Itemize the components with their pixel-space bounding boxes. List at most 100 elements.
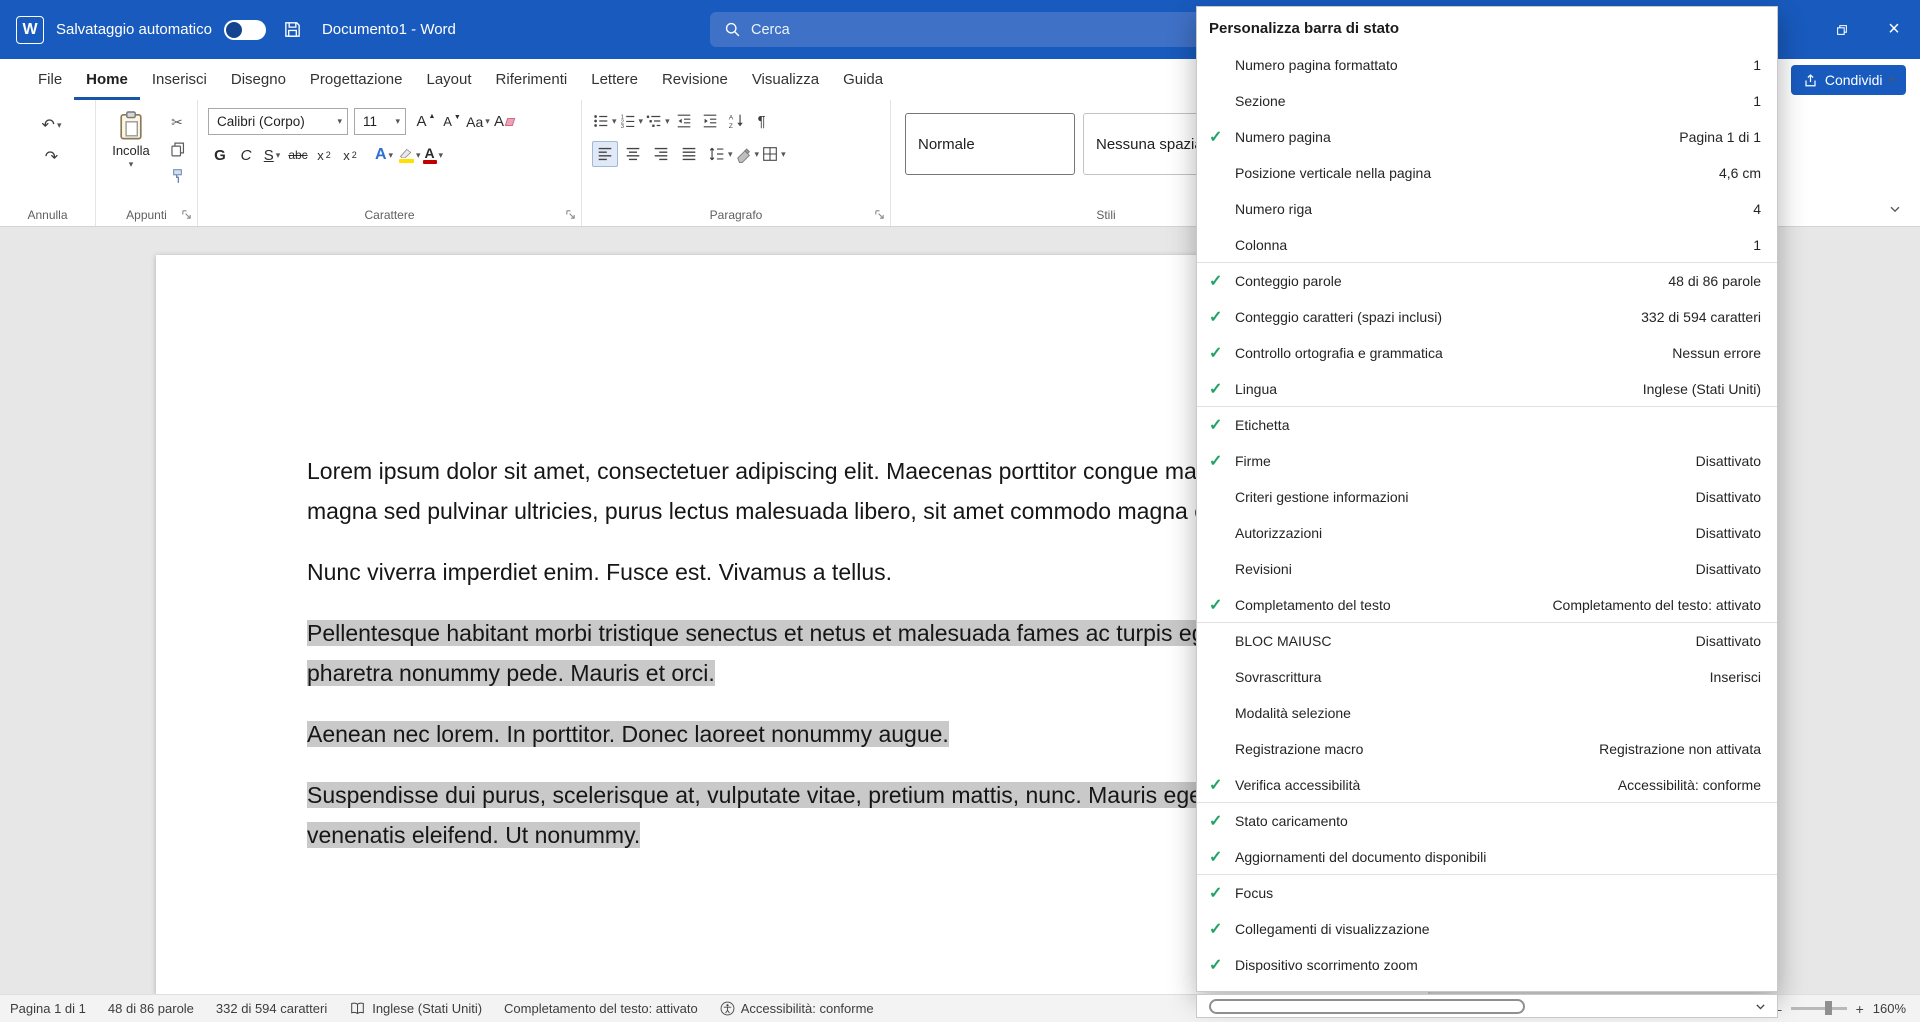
ribbon-tab[interactable]: Riferimenti [484, 59, 580, 100]
ribbon-tab[interactable]: Lettere [579, 59, 650, 100]
decrease-indent-button[interactable] [672, 108, 696, 134]
menu-item[interactable]: ✓ Conteggio parole 48 di 86 parole [1197, 263, 1777, 299]
underline-button[interactable]: S▾ [260, 142, 284, 168]
ribbon-tab[interactable]: Revisione [650, 59, 740, 100]
menu-item[interactable]: ✓ Modalità selezione [1197, 695, 1777, 731]
bullets-button[interactable]: ▾ [592, 108, 617, 134]
font-name-combo[interactable]: Calibri (Corpo) ▾ [208, 108, 348, 135]
menu-item[interactable]: ✓ Colonna 1 [1197, 227, 1777, 263]
format-painter-button[interactable] [165, 165, 189, 187]
menu-item[interactable]: ✓ Collegamenti di visualizzazione [1197, 911, 1777, 947]
menu-item[interactable]: ✓ BLOC MAIUSC Disattivato [1197, 623, 1777, 659]
sort-button[interactable]: AZ [724, 108, 748, 134]
undo-button[interactable]: ↶▾ [14, 112, 89, 138]
ribbon-tab[interactable]: Disegno [219, 59, 298, 100]
align-left-button[interactable] [592, 141, 618, 167]
font-color-button[interactable]: A [423, 142, 437, 168]
line-spacing-button[interactable]: ▾ [708, 141, 733, 167]
clear-formatting-button[interactable]: A [492, 109, 516, 135]
menu-item[interactable]: ✓ Firme Disattivato [1197, 443, 1777, 479]
zoom-level[interactable]: 160% [1873, 1001, 1906, 1016]
ribbon-tab[interactable]: File [26, 59, 74, 100]
align-center-button[interactable] [620, 141, 646, 167]
style-card[interactable]: Normale [905, 113, 1075, 175]
show-formatting-marks-button[interactable]: ¶ [750, 108, 774, 134]
close-window-button[interactable]: × [1868, 0, 1920, 59]
status-word-count[interactable]: 48 di 86 parole [108, 1001, 194, 1016]
zoom-slider[interactable] [1791, 1007, 1847, 1010]
italic-button[interactable]: C [234, 142, 258, 168]
menu-item[interactable]: ✓ Numero pagina Pagina 1 di 1 [1197, 119, 1777, 155]
accessibility-icon[interactable] [720, 1001, 735, 1016]
zoom-slider-thumb[interactable] [1825, 1001, 1832, 1015]
status-character-count[interactable]: 332 di 594 caratteri [216, 1001, 327, 1016]
font-size-combo[interactable]: 11 ▾ [354, 108, 406, 135]
copy-button[interactable] [165, 138, 189, 160]
justify-button[interactable] [676, 141, 702, 167]
chevron-down-icon[interactable]: ▾ [439, 150, 444, 161]
font-dialog-launcher-icon[interactable] [565, 209, 576, 220]
status-page-number[interactable]: Pagina 1 di 1 [10, 1001, 86, 1016]
menu-item[interactable]: ✓ Sezione 1 [1197, 83, 1777, 119]
menu-item[interactable]: ✓ Conteggio caratteri (spazi inclusi) 33… [1197, 299, 1777, 335]
ribbon-tab[interactable]: Progettazione [298, 59, 415, 100]
menu-item[interactable]: ✓ Numero pagina formattato 1 [1197, 47, 1777, 83]
word-logo-icon[interactable]: W [16, 16, 44, 44]
zoom-in-button[interactable]: + [1856, 1001, 1864, 1017]
ribbon-tab[interactable]: Home [74, 59, 140, 100]
paragraph-dialog-launcher-icon[interactable] [874, 209, 885, 220]
menu-item[interactable]: ✓ Focus [1197, 875, 1777, 911]
menu-item[interactable]: ✓ Completamento del testo Completamento … [1197, 587, 1777, 623]
paste-button[interactable]: Incolla ▾ [102, 108, 160, 187]
menu-item[interactable]: ✓ Revisioni Disattivato [1197, 551, 1777, 587]
multilevel-list-button[interactable]: ▾ [645, 108, 670, 134]
superscript-button[interactable]: x2 [338, 142, 362, 168]
ribbon-tab[interactable]: Guida [831, 59, 895, 100]
menu-item[interactable]: ✓ Lingua Inglese (Stati Uniti) [1197, 371, 1777, 407]
share-button[interactable]: Condividi ▾ [1791, 65, 1906, 95]
menu-item[interactable]: ✓ Dispositivo scorrimento zoom [1197, 947, 1777, 983]
numbering-button[interactable]: 123 ▾ [619, 108, 644, 134]
shading-button[interactable]: ▾ [735, 141, 760, 167]
menu-item[interactable]: ✓ Criteri gestione informazioni Disattiv… [1197, 479, 1777, 515]
highlight-color-button[interactable] [398, 142, 414, 168]
menu-item[interactable]: ✓ Etichetta [1197, 407, 1777, 443]
menu-item[interactable]: ✓ Verifica accessibilità Accessibilità: … [1197, 767, 1777, 803]
status-accessibility[interactable]: Accessibilità: conforme [741, 1001, 874, 1016]
autosave-toggle[interactable] [224, 20, 266, 40]
subscript-button[interactable]: x2 [312, 142, 336, 168]
chevron-down-icon[interactable] [1754, 1000, 1767, 1013]
menu-item[interactable]: ✓ Controllo ortografia e grammatica Ness… [1197, 335, 1777, 371]
menu-item[interactable]: ✓ Autorizzazioni Disattivato [1197, 515, 1777, 551]
align-right-button[interactable] [648, 141, 674, 167]
collapse-ribbon-icon[interactable] [1888, 202, 1902, 216]
text-effects-button[interactable]: A▾ [372, 142, 396, 168]
menu-item[interactable]: ✓ Stato caricamento [1197, 803, 1777, 839]
shrink-font-button[interactable]: A▼ [440, 109, 464, 135]
ribbon-tab[interactable]: Layout [415, 59, 484, 100]
bold-button[interactable]: G [208, 142, 232, 168]
strikethrough-button[interactable]: abc [286, 142, 310, 168]
clipboard-dialog-launcher-icon[interactable] [181, 209, 192, 220]
save-icon[interactable] [278, 15, 308, 45]
change-case-button[interactable]: Aa▾ [466, 109, 490, 135]
ribbon-tab[interactable]: Inserisci [140, 59, 219, 100]
restore-window-button[interactable] [1816, 0, 1868, 59]
menu-item[interactable]: ✓ Posizione verticale nella pagina 4,6 c… [1197, 155, 1777, 191]
proofing-book-icon[interactable] [349, 1002, 366, 1015]
status-language[interactable]: Inglese (Stati Uniti) [372, 1001, 482, 1016]
menu-item[interactable]: ✓ Registrazione macro Registrazione non … [1197, 731, 1777, 767]
ribbon-tab[interactable]: Visualizza [740, 59, 831, 100]
search-box[interactable]: Cerca [710, 12, 1230, 47]
cut-button[interactable]: ✂ [165, 111, 189, 133]
increase-indent-button[interactable] [698, 108, 722, 134]
grow-font-button[interactable]: A▲ [414, 109, 438, 135]
chevron-down-icon[interactable]: ▾ [416, 150, 421, 161]
menu-item[interactable]: ✓ Aggiornamenti del documento disponibil… [1197, 839, 1777, 875]
scrollbar-thumb[interactable] [1209, 999, 1525, 1014]
redo-button[interactable]: ↷ [14, 144, 89, 170]
menu-item[interactable]: ✓ Numero riga 4 [1197, 191, 1777, 227]
status-text-completion[interactable]: Completamento del testo: attivato [504, 1001, 698, 1016]
menu-item[interactable]: ✓ Sovrascrittura Inserisci [1197, 659, 1777, 695]
borders-button[interactable]: ▾ [761, 141, 786, 167]
